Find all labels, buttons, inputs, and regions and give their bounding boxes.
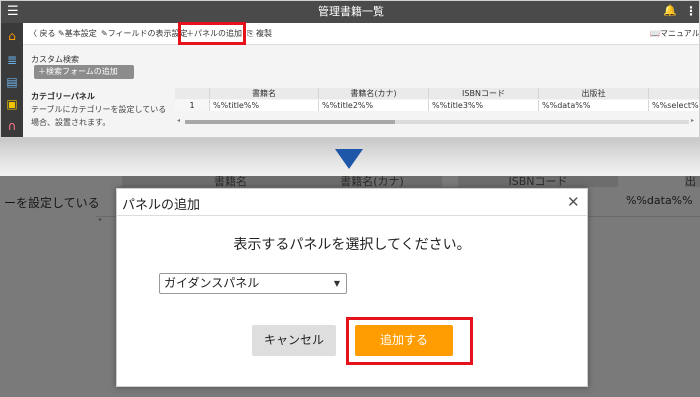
category-panel: カテゴリーパネル テーブルにカテゴリーを設定している場合、設置されます。	[23, 85, 175, 137]
scroll-right-icon[interactable]: ▸	[691, 117, 694, 124]
table-header[interactable]: 書籍名	[210, 88, 319, 99]
record-table: 書籍名 書籍名(カナ) ISBNコード 出版社 1 %%title%% %%ti…	[175, 87, 699, 115]
dialog-message: 表示するパネルを選択してください。	[233, 237, 471, 253]
bg-category-text: ーを設定している	[4, 196, 100, 210]
add-search-form-button[interactable]: ＋検索フォームの追加	[34, 65, 134, 79]
bg-table-header: 出	[685, 176, 700, 187]
cancel-button[interactable]: キャンセル	[252, 325, 336, 356]
horizontal-scrollbar[interactable]: ◂ ▸	[177, 117, 697, 125]
dialog-title: パネルの追加	[122, 198, 201, 213]
chat-icon[interactable]: ▤	[5, 75, 19, 89]
table-header[interactable]	[649, 88, 699, 99]
toolbar: 〈 戻る ✎基本設定 ✎フィールドの表示設定 ＋パネルの追加 ⎘ 複製 📖マニュ…	[23, 23, 699, 45]
kebab-icon[interactable]: ⋮	[685, 4, 697, 18]
chevron-down-icon: ▼	[333, 279, 340, 288]
bg-data-cell: %%data%%	[626, 194, 693, 207]
field-display-settings-button[interactable]: ✎フィールドの表示設定	[101, 29, 188, 39]
table-cell[interactable]: %%data%%	[539, 100, 649, 111]
gift-icon[interactable]: ▣	[5, 97, 19, 111]
table-header[interactable]: 出版社	[539, 88, 649, 99]
custom-search-label: カスタム検索	[31, 55, 79, 64]
basic-settings-button[interactable]: ✎基本設定	[58, 29, 97, 39]
table-header[interactable]: 書籍名(カナ)	[319, 88, 429, 99]
panel-type-select-value: ガイダンスパネル	[164, 276, 260, 290]
table-cell[interactable]: %%title3%%	[429, 100, 539, 111]
bell-icon[interactable]: 🔔	[663, 4, 677, 17]
page-title: 管理書籍一覧	[318, 5, 384, 18]
app-titlebar: ☰ 管理書籍一覧 🔔 ⋮	[1, 1, 699, 23]
top-screenshot: ☰ 管理書籍一覧 🔔 ⋮ ⌂ ≣ ▤ ▣ ∩ 〈 戻る ✎基本設定 ✎フィールド…	[0, 0, 700, 138]
bg-table-header: 書籍名(カナ)	[302, 176, 442, 187]
home-icon[interactable]: ⌂	[5, 29, 19, 43]
bg-scroll-left-icon: ◂	[98, 216, 102, 223]
scroll-left-icon[interactable]: ◂	[177, 117, 180, 124]
back-button[interactable]: 〈 戻る	[29, 29, 56, 39]
highlight-box-add-panel	[178, 22, 246, 45]
table-cell[interactable]: %%title%%	[210, 100, 319, 111]
highlight-box-add-button	[346, 317, 473, 365]
category-panel-title: カテゴリーパネル	[31, 92, 95, 101]
close-icon[interactable]: ✕	[567, 193, 580, 211]
bg-left-column	[0, 187, 96, 397]
left-sidebar: ⌂ ≣ ▤ ▣ ∩	[1, 23, 23, 137]
copy-button[interactable]: ⎘ 複製	[247, 29, 272, 39]
category-panel-description: テーブルにカテゴリーを設定している場合、設置されます。	[31, 105, 167, 127]
database-icon[interactable]: ≣	[5, 53, 19, 67]
dialog-header: パネルの追加 ✕	[117, 189, 587, 216]
table-cell[interactable]: %%title2%%	[319, 100, 429, 111]
down-arrow-icon	[335, 149, 363, 169]
table-row-index: 1	[175, 100, 210, 111]
manual-link[interactable]: 📖マニュアル	[650, 29, 699, 39]
table-header[interactable]: ISBNコード	[429, 88, 539, 99]
table-header-index	[175, 88, 210, 99]
custom-search-area: カスタム検索 ＋検索フォームの追加	[23, 45, 699, 85]
table-cell[interactable]: %%select%%	[649, 100, 699, 111]
scroll-thumb[interactable]	[185, 120, 395, 124]
panel-type-select[interactable]: ガイダンスパネル ▼	[159, 273, 347, 294]
bg-table-header: ISBNコード	[458, 176, 618, 187]
headset-icon[interactable]: ∩	[5, 119, 19, 133]
